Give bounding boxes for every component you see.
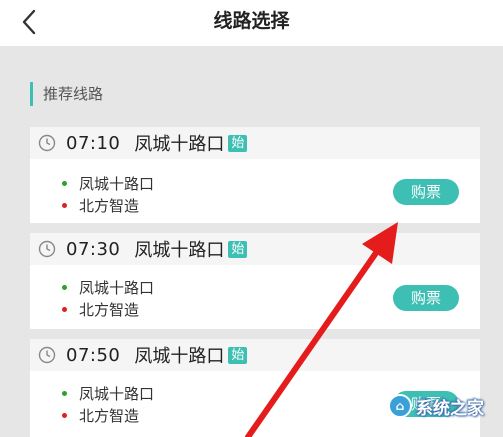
start-dot-icon bbox=[62, 180, 67, 186]
stop-name: 凤城十路口 bbox=[79, 278, 155, 297]
buy-ticket-button[interactable]: 购票 bbox=[393, 285, 459, 311]
end-dot-icon bbox=[62, 306, 67, 312]
stop-name: 凤城十路口 bbox=[79, 174, 155, 193]
departure-time: 07:50 bbox=[66, 344, 121, 366]
top-bar: 线路选择 bbox=[0, 0, 503, 46]
clock-icon bbox=[38, 134, 56, 152]
buy-ticket-button[interactable]: 购票 bbox=[393, 179, 459, 205]
clock-icon bbox=[38, 240, 56, 258]
departure-time: 07:10 bbox=[66, 132, 121, 154]
origin-station: 凤城十路口 bbox=[134, 134, 225, 155]
stop-end: 北方智造 bbox=[62, 195, 139, 215]
stop-start: 凤城十路口 bbox=[62, 173, 154, 193]
route-card-header: 07:10 凤城十路口 始 bbox=[30, 127, 480, 159]
watermark-logo-icon: ⌂ bbox=[388, 394, 412, 418]
watermark-text: 系统之家 bbox=[416, 398, 484, 419]
start-badge: 始 bbox=[228, 240, 248, 258]
stop-start: 凤城十路口 bbox=[62, 277, 154, 297]
start-dot-icon bbox=[62, 284, 67, 290]
stop-name: 北方智造 bbox=[79, 300, 140, 319]
start-badge: 始 bbox=[228, 346, 248, 364]
section-title: 推荐线路 bbox=[30, 82, 103, 106]
watermark: ⌂ 系统之家 bbox=[388, 386, 500, 426]
route-card: 07:10 凤城十路口 始 凤城十路口 北方智造 购票 bbox=[30, 127, 480, 223]
start-badge: 始 bbox=[228, 134, 248, 152]
end-dot-icon bbox=[62, 202, 67, 208]
origin-station: 凤城十路口 bbox=[134, 240, 225, 261]
route-card-header: 07:30 凤城十路口 始 bbox=[30, 233, 480, 265]
route-card: 07:30 凤城十路口 始 凤城十路口 北方智造 购票 bbox=[30, 233, 480, 329]
route-card-header: 07:50 凤城十路口 始 bbox=[30, 339, 480, 371]
clock-icon bbox=[38, 346, 56, 364]
stop-end: 北方智造 bbox=[62, 299, 139, 319]
stop-name: 北方智造 bbox=[79, 406, 140, 425]
departure-time: 07:30 bbox=[66, 238, 121, 260]
stop-end: 北方智造 bbox=[62, 405, 139, 425]
end-dot-icon bbox=[62, 412, 67, 418]
origin-station: 凤城十路口 bbox=[134, 346, 225, 367]
page-title: 线路选择 bbox=[213, 10, 290, 32]
stop-start: 凤城十路口 bbox=[62, 383, 154, 403]
start-dot-icon bbox=[62, 390, 67, 396]
stop-name: 凤城十路口 bbox=[79, 384, 155, 403]
stop-name: 北方智造 bbox=[79, 196, 140, 215]
